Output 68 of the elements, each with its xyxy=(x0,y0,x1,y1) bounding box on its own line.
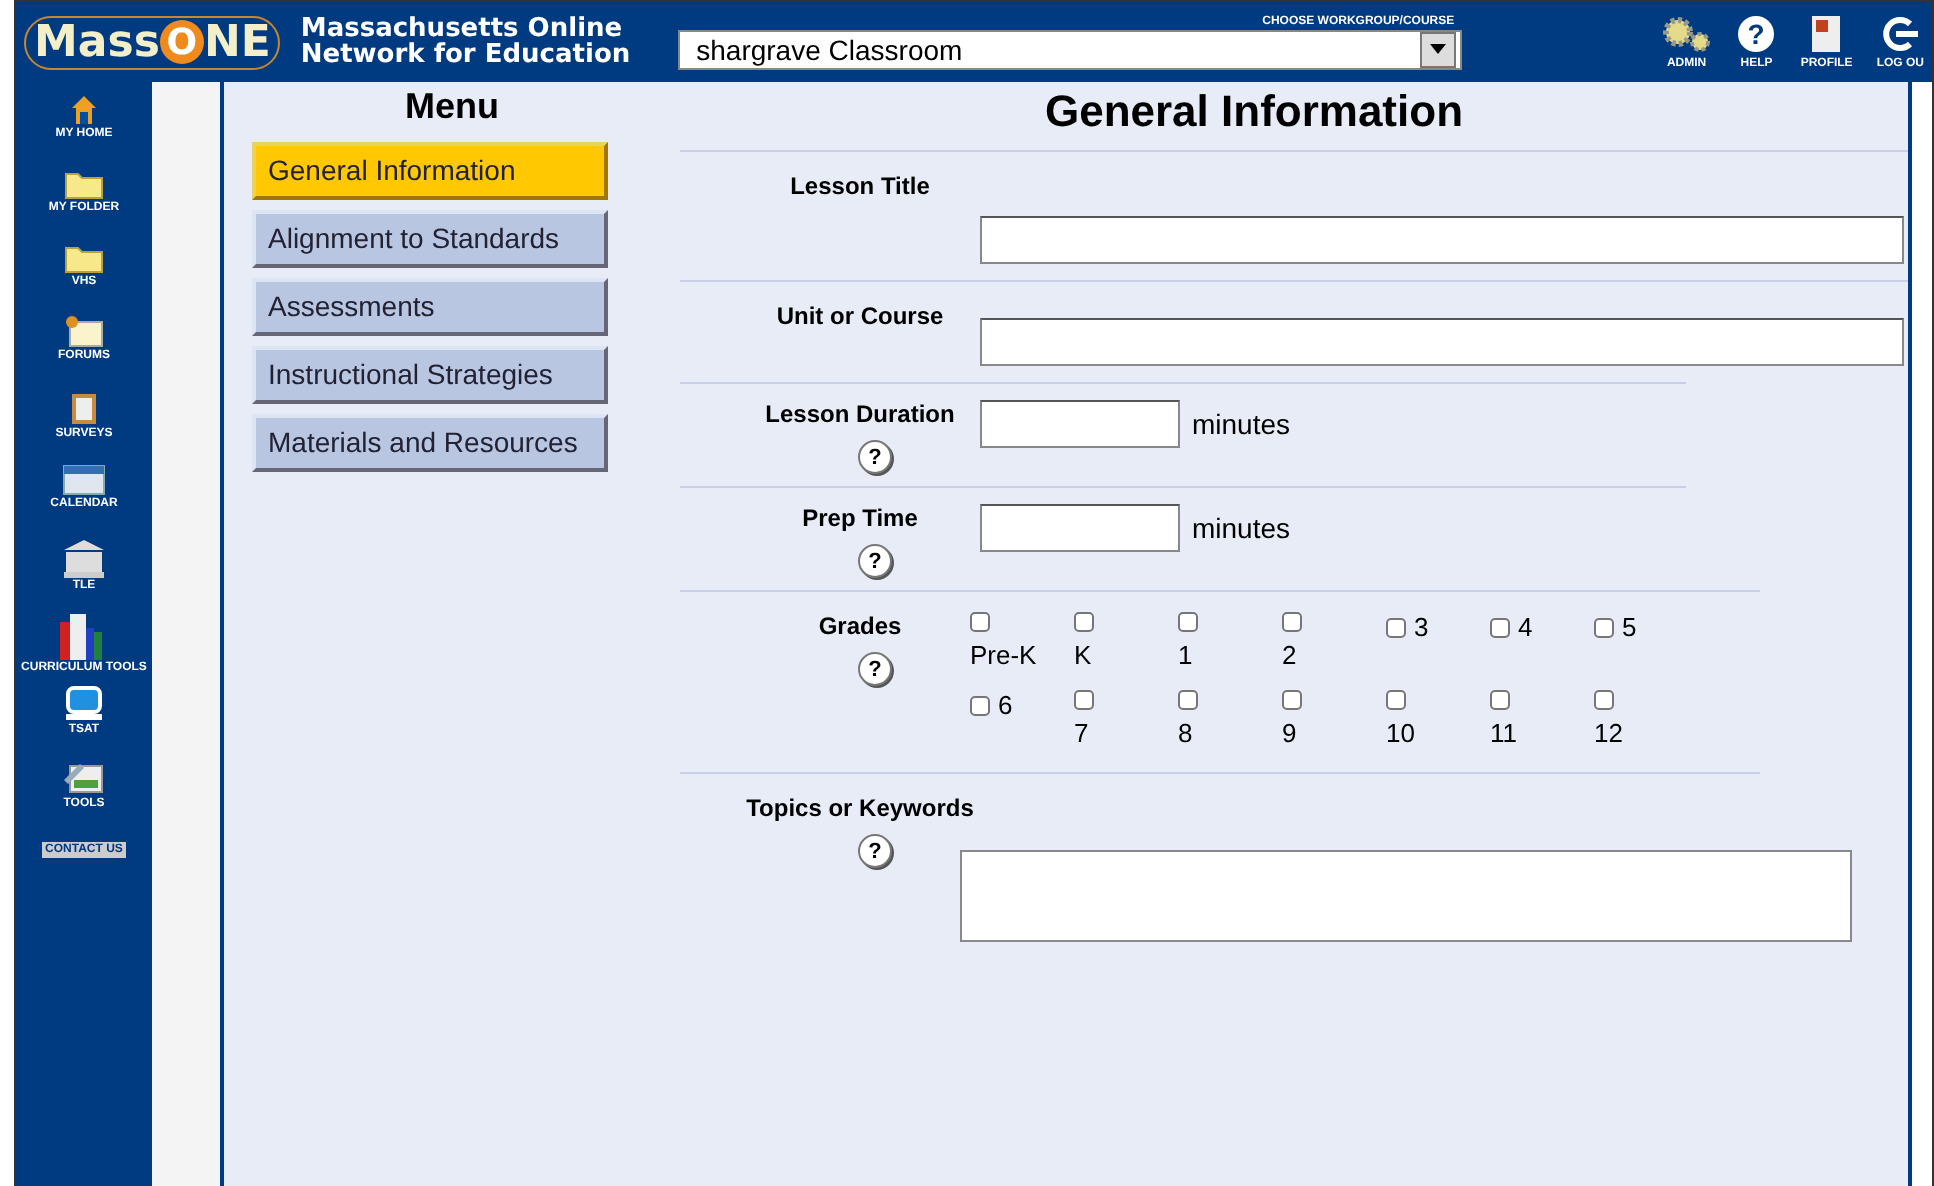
grade-label: 10 xyxy=(1386,718,1415,748)
grade-checkbox[interactable] xyxy=(1594,617,1614,637)
grade-label: 1 xyxy=(1178,640,1193,670)
help-icon[interactable]: ? xyxy=(858,652,892,686)
help-icon: ? xyxy=(1736,14,1777,54)
field-label: Lesson Duration xyxy=(763,400,957,428)
building-icon xyxy=(62,538,106,578)
folder-icon xyxy=(63,168,104,200)
massone-logo: Mass O NE xyxy=(24,15,281,69)
menu-item[interactable]: Alignment to Standards xyxy=(252,210,608,268)
folder-icon xyxy=(64,242,104,274)
grade-label: K xyxy=(1074,640,1092,670)
text-field[interactable] xyxy=(980,318,1904,366)
minutes-field[interactable] xyxy=(980,504,1180,552)
logout-icon xyxy=(1880,14,1921,54)
grade-label: 3 xyxy=(1414,612,1429,642)
grade-checkbox[interactable] xyxy=(1282,690,1302,710)
clipboard-icon xyxy=(69,390,98,426)
grade-label: 7 xyxy=(1074,718,1089,748)
course-dropdown[interactable]: shargrave Classroom xyxy=(678,29,1463,69)
menu-item[interactable]: Instructional Strategies xyxy=(252,346,608,404)
grade-checkbox[interactable] xyxy=(1490,617,1510,637)
unit-text: minutes xyxy=(1192,512,1291,544)
grade-checkbox[interactable] xyxy=(1178,612,1198,632)
grade-checkbox[interactable] xyxy=(970,695,990,715)
field-label: Grades xyxy=(816,612,904,640)
document-icon xyxy=(1810,14,1843,54)
grade-checkbox[interactable] xyxy=(1074,612,1094,632)
grade-label: 6 xyxy=(998,690,1013,720)
grade-label: 5 xyxy=(1622,612,1637,642)
unit-text: minutes xyxy=(1192,408,1291,440)
picture-icon xyxy=(62,760,106,796)
grade-label: 9 xyxy=(1282,718,1297,748)
grade-checkbox[interactable] xyxy=(1386,690,1406,710)
help-icon[interactable]: ? xyxy=(858,834,892,868)
grade-label: 8 xyxy=(1178,718,1193,748)
grade-checkbox[interactable] xyxy=(1282,612,1302,632)
grade-label: 12 xyxy=(1594,718,1623,748)
monitor-icon xyxy=(64,686,104,722)
minutes-field[interactable] xyxy=(980,400,1180,448)
keywords-field[interactable] xyxy=(960,850,1852,942)
house-icon xyxy=(70,94,98,126)
field-label: Prep Time xyxy=(800,504,920,532)
grade-checkbox[interactable] xyxy=(1074,690,1094,710)
grade-checkbox[interactable] xyxy=(970,612,990,632)
grade-checkbox[interactable] xyxy=(1178,690,1198,710)
help-icon[interactable]: ? xyxy=(858,544,892,578)
grade-label: 4 xyxy=(1518,612,1533,642)
field-label: Unit or Course xyxy=(774,302,946,330)
field-label: Topics or Keywords xyxy=(744,794,976,822)
grade-checkbox[interactable] xyxy=(1594,690,1614,710)
grade-checkbox[interactable] xyxy=(1490,690,1510,710)
menu-title: Menu xyxy=(403,86,501,128)
grade-checkbox[interactable] xyxy=(1386,617,1406,637)
menu-item[interactable]: Assessments xyxy=(252,278,608,336)
page-title: General Information xyxy=(1042,86,1466,138)
grade-label: Pre-K xyxy=(970,640,1037,670)
site-tagline: Massachusetts Online Network for Education xyxy=(300,16,631,68)
calendar-icon xyxy=(61,464,106,496)
menu-item[interactable]: Materials and Resources xyxy=(252,414,608,472)
gears-icon xyxy=(1660,14,1713,54)
help-icon[interactable]: ? xyxy=(858,440,892,474)
grade-label: 2 xyxy=(1282,640,1297,670)
text-field[interactable] xyxy=(980,216,1904,264)
menu-item[interactable]: General Information xyxy=(252,142,608,200)
grade-label: 11 xyxy=(1490,718,1517,748)
note-icon xyxy=(64,316,104,348)
field-label: Lesson Title xyxy=(788,172,932,200)
